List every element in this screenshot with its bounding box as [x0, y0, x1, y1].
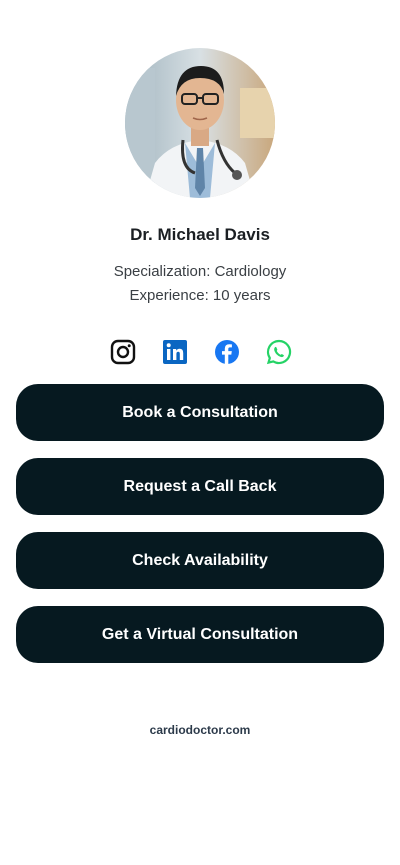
- check-availability-button[interactable]: Check Availability: [16, 532, 384, 589]
- experience: Experience: 10 years: [129, 287, 271, 304]
- request-call-back-button[interactable]: Request a Call Back: [16, 458, 384, 515]
- specialization: Specialization: Cardiology: [113, 263, 287, 280]
- linkedin-icon[interactable]: [162, 339, 188, 365]
- avatar: [125, 48, 275, 198]
- doctor-photo: [125, 48, 275, 198]
- profile-card: Dr. Michael Davis Specialization: Cardio…: [0, 0, 400, 865]
- book-consultation-button[interactable]: Book a Consultation: [16, 384, 384, 441]
- social-links: [108, 339, 292, 365]
- whatsapp-icon[interactable]: [266, 339, 292, 365]
- facebook-icon[interactable]: [214, 339, 240, 365]
- doctor-name: Dr. Michael Davis: [130, 225, 270, 244]
- website-link[interactable]: cardiodoctor.com: [0, 723, 400, 737]
- virtual-consultation-button[interactable]: Get a Virtual Consultation: [16, 606, 384, 663]
- instagram-icon[interactable]: [110, 339, 136, 365]
